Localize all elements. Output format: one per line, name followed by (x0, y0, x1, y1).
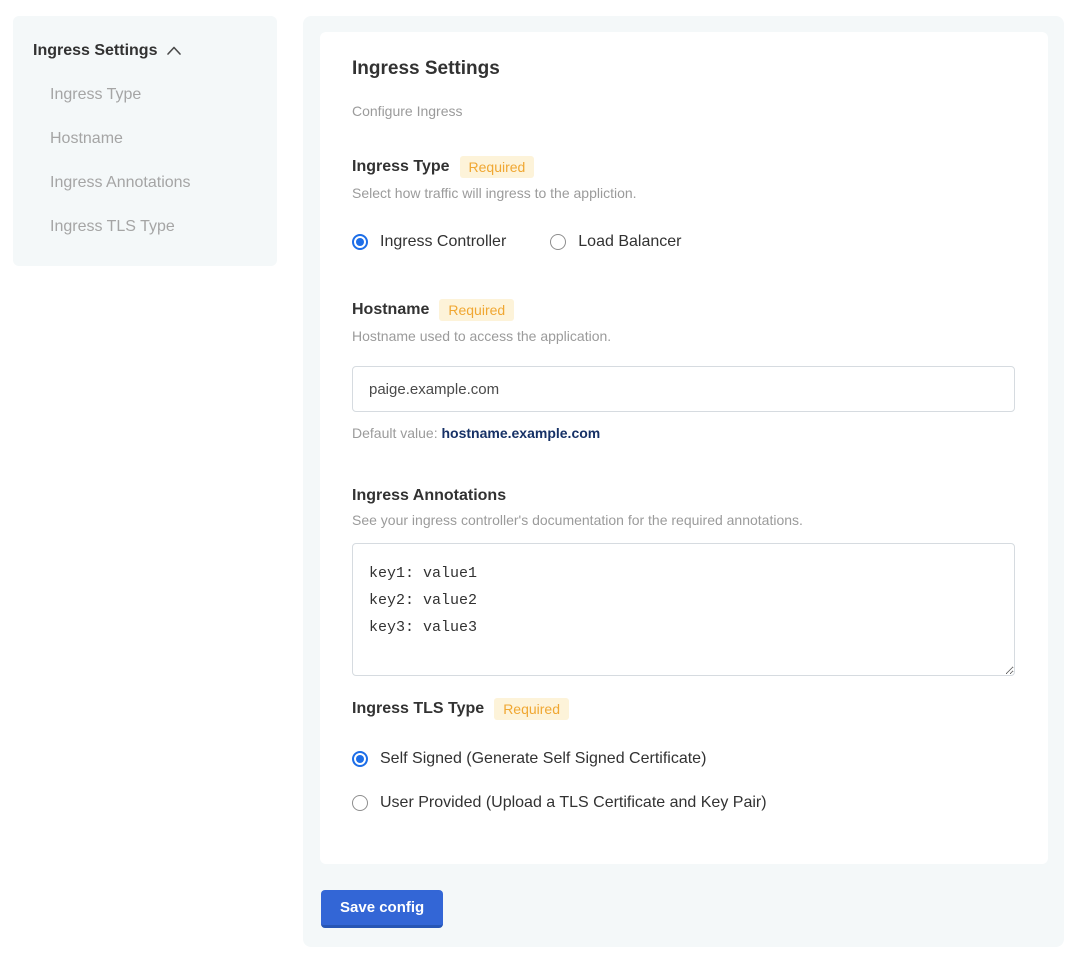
config-panel: Ingress Settings Configure Ingress Ingre… (303, 16, 1064, 947)
radio-ingress-controller-label: Ingress Controller (380, 233, 506, 251)
hostname-input[interactable] (352, 366, 1015, 412)
ingress-type-label: Ingress Type (352, 158, 450, 176)
sidebar-group-label: Ingress Settings (33, 42, 157, 60)
radio-selected-icon[interactable] (352, 234, 368, 250)
radio-unselected-icon[interactable] (550, 234, 566, 250)
sidebar-item-ingress-tls-type[interactable]: Ingress TLS Type (33, 218, 257, 236)
hostname-label: Hostname (352, 301, 429, 319)
radio-load-balancer-label: Load Balancer (578, 233, 681, 251)
ingress-type-help: Select how traffic will ingress to the a… (352, 185, 1016, 201)
ingress-settings-card: Ingress Settings Configure Ingress Ingre… (320, 32, 1048, 864)
radio-user-provided[interactable]: User Provided (Upload a TLS Certificate … (352, 794, 1016, 812)
page-title: Ingress Settings (352, 58, 1016, 80)
sidebar-item-ingress-annotations[interactable]: Ingress Annotations (33, 174, 257, 192)
radio-selected-icon[interactable] (352, 751, 368, 767)
ingress-annotations-label: Ingress Annotations (352, 487, 506, 505)
sidebar-item-hostname[interactable]: Hostname (33, 130, 257, 148)
ingress-annotations-textarea[interactable]: key1: value1 key2: value2 key3: value3 (352, 543, 1015, 676)
chevron-up-icon (166, 45, 182, 57)
sidebar-item-list: Ingress Type Hostname Ingress Annotation… (33, 86, 257, 236)
required-badge: Required (460, 156, 535, 178)
default-value-text: hostname.example.com (442, 425, 601, 441)
radio-self-signed-label: Self Signed (Generate Self Signed Certif… (380, 750, 706, 768)
default-value-prefix: Default value: (352, 425, 442, 441)
radio-ingress-controller[interactable]: Ingress Controller (352, 233, 506, 251)
section-hostname: Hostname Required Hostname used to acces… (352, 299, 1016, 441)
config-nav-sidebar: Ingress Settings Ingress Type Hostname I… (13, 16, 277, 266)
page-subtitle: Configure Ingress (352, 103, 1016, 119)
hostname-default-line: Default value: hostname.example.com (352, 425, 1016, 441)
ingress-type-radio-group: Ingress Controller Load Balancer (352, 233, 1016, 251)
radio-load-balancer[interactable]: Load Balancer (550, 233, 681, 251)
radio-user-provided-label: User Provided (Upload a TLS Certificate … (380, 794, 767, 812)
section-ingress-type: Ingress Type Required Select how traffic… (352, 156, 1016, 251)
sidebar-item-ingress-type[interactable]: Ingress Type (33, 86, 257, 104)
tls-type-radio-group: Self Signed (Generate Self Signed Certif… (352, 750, 1016, 812)
hostname-help: Hostname used to access the application. (352, 328, 1016, 344)
section-ingress-tls-type: Ingress TLS Type Required Self Signed (G… (352, 698, 1016, 812)
radio-self-signed[interactable]: Self Signed (Generate Self Signed Certif… (352, 750, 1016, 768)
save-config-button[interactable]: Save config (321, 890, 443, 928)
ingress-annotations-help: See your ingress controller's documentat… (352, 512, 1016, 528)
section-ingress-annotations: Ingress Annotations See your ingress con… (352, 487, 1016, 676)
ingress-tls-type-label: Ingress TLS Type (352, 700, 484, 718)
required-badge: Required (439, 299, 514, 321)
required-badge: Required (494, 698, 569, 720)
sidebar-group-ingress-settings[interactable]: Ingress Settings (33, 42, 257, 60)
radio-unselected-icon[interactable] (352, 795, 368, 811)
